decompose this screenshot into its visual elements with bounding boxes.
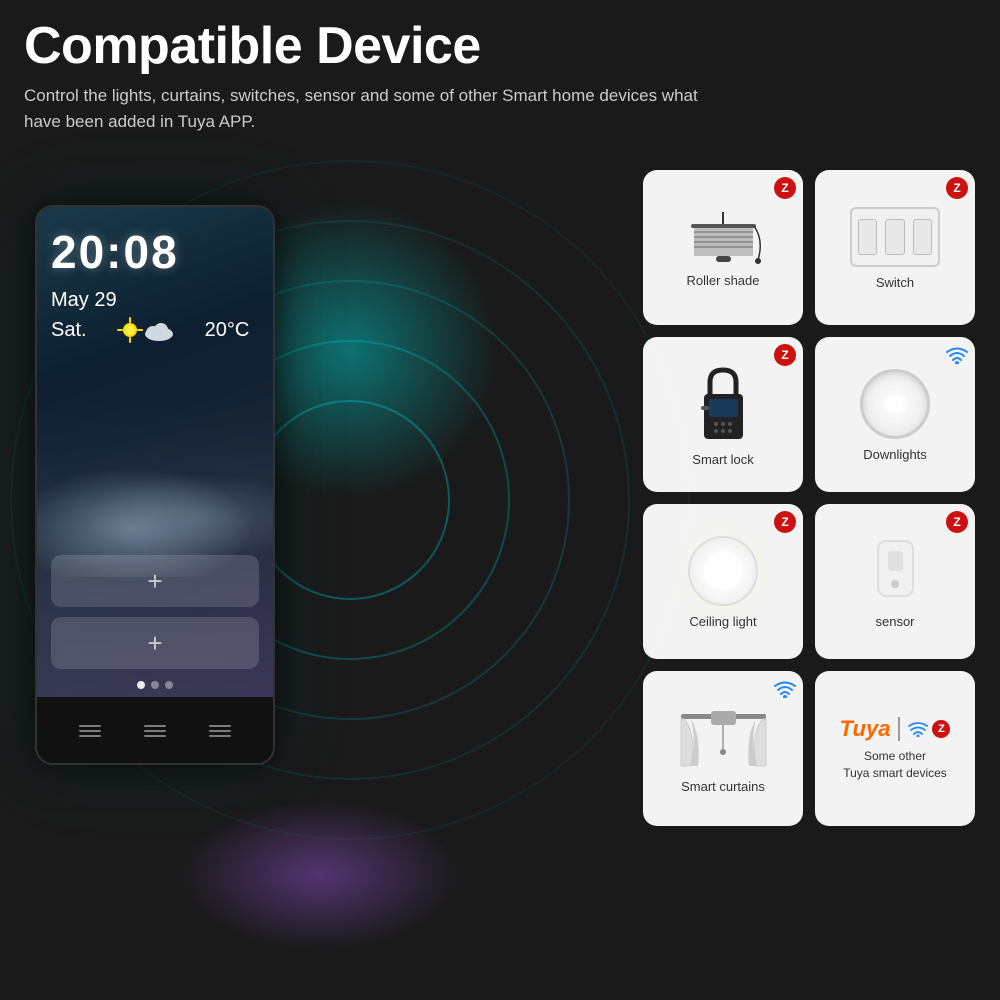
zigbee-badge-switch: Z: [946, 177, 968, 199]
wifi-icon: [908, 721, 928, 737]
device-card-ceiling-light[interactable]: Z Ceiling light: [643, 504, 803, 659]
device-card-smart-lock[interactable]: Z Smart lock: [643, 337, 803, 492]
device-card-smart-curtains[interactable]: Smart curtains: [643, 671, 803, 826]
zigbee-badge-sensor: Z: [946, 511, 968, 533]
switch-btn-1: [858, 219, 877, 255]
panel-screen: 20:08 May 29 Sat.: [37, 207, 273, 697]
tuya-protocol-icons: Z: [908, 720, 950, 738]
panel-date-line2: Sat. 20°C: [51, 317, 249, 343]
tuya-zigbee-icon: Z: [932, 720, 950, 738]
zigbee-badge-ceiling-light: Z: [774, 511, 796, 533]
tuya-divider: [898, 717, 900, 741]
wifi-badge-downlights: [946, 344, 968, 366]
panel-date-line1: May 29: [51, 289, 117, 312]
downlights-label: Downlights: [863, 447, 927, 462]
wifi-badge-curtains: [774, 678, 796, 700]
ceiling-light-label: Ceiling light: [689, 614, 756, 629]
switch-label: Switch: [876, 275, 914, 290]
smart-lock-icon: [696, 364, 751, 444]
panel-menu-button-2[interactable]: [144, 725, 166, 737]
dot-1: [137, 681, 145, 689]
roller-shade-icon: [676, 210, 771, 265]
panel-add-button-2[interactable]: +: [51, 617, 259, 669]
device-card-sensor[interactable]: Z sensor: [815, 504, 975, 659]
curtains-label: Smart curtains: [681, 779, 765, 794]
switch-btn-2: [885, 219, 904, 255]
tuya-logo-text: Tuya: [840, 716, 891, 742]
device-card-downlights[interactable]: Downlights: [815, 337, 975, 492]
roller-shade-label: Roller shade: [687, 273, 760, 288]
sensor-label: sensor: [875, 614, 914, 629]
smart-panel-device: 20:08 May 29 Sat.: [35, 205, 275, 765]
purple-glow-bg: [180, 800, 460, 950]
zigbee-badge-roller-shade: Z: [774, 177, 796, 199]
tuya-label: Some otherTuya smart devices: [843, 748, 947, 782]
dot-2: [151, 681, 159, 689]
add-icon-2: +: [147, 628, 162, 659]
panel-temperature: 20°C: [205, 319, 250, 342]
switch-btn-3: [913, 219, 932, 255]
downlight-icon: [860, 369, 930, 439]
page-subtitle: Control the lights, curtains, switches, …: [24, 83, 704, 134]
devices-grid: Z Roller shade Z Switch Z: [643, 170, 975, 826]
curtains-icon: [676, 706, 771, 771]
ceiling-light-icon: [688, 536, 758, 606]
smart-lock-label: Smart lock: [692, 452, 753, 467]
panel-time-display: 20:08: [51, 225, 179, 279]
panel-menu-button-3[interactable]: [209, 725, 231, 737]
weather-sun-icon: [117, 317, 175, 343]
switch-icon: [850, 207, 940, 267]
zigbee-badge-smart-lock: Z: [774, 344, 796, 366]
panel-add-button-1[interactable]: +: [51, 555, 259, 607]
device-card-tuya[interactable]: Tuya Z Some otherTuya smart devices: [815, 671, 975, 826]
device-card-roller-shade[interactable]: Z Roller shade: [643, 170, 803, 325]
header: Compatible Device Control the lights, cu…: [24, 18, 976, 134]
add-icon-1: +: [147, 566, 162, 597]
tuya-logo-row: Tuya Z: [840, 716, 951, 742]
device-card-switch[interactable]: Z Switch: [815, 170, 975, 325]
page-title: Compatible Device: [24, 18, 976, 75]
dot-3: [165, 681, 173, 689]
panel-menu-button-1[interactable]: [79, 725, 101, 737]
sensor-icon: [873, 536, 918, 606]
panel-day: Sat.: [51, 319, 87, 342]
screen-pagination-dots: [137, 681, 173, 689]
panel-bottom-buttons: [37, 697, 273, 765]
